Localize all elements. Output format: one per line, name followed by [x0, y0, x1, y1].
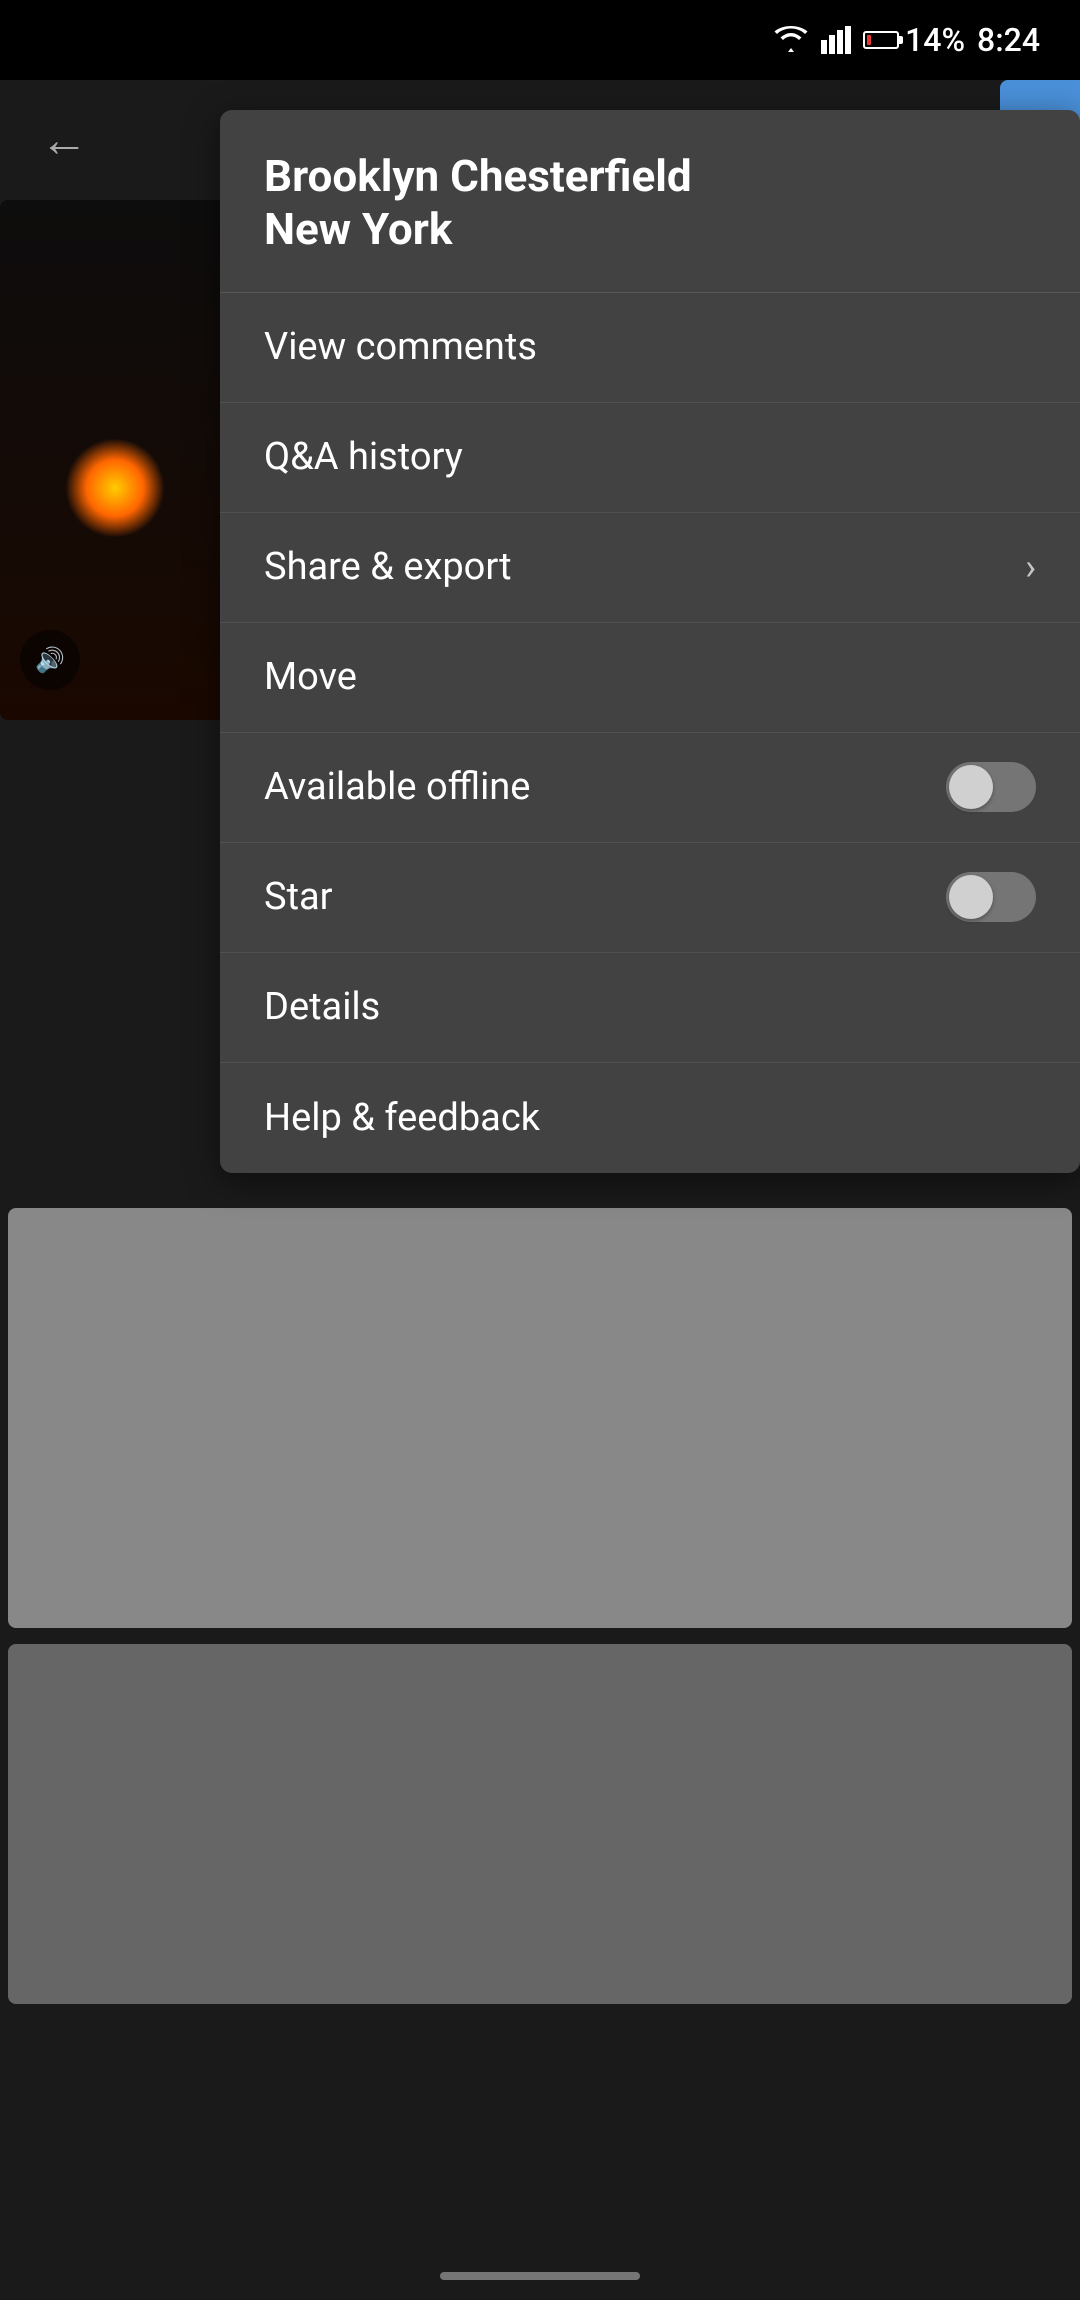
back-button[interactable]: ← — [40, 113, 88, 168]
details-label: Details — [264, 985, 380, 1029]
menu-item-available-offline[interactable]: Available offline — [220, 733, 1080, 843]
available-offline-toggle[interactable] — [946, 762, 1036, 812]
lantern-glow — [65, 438, 165, 538]
menu-item-share-export[interactable]: Share & export › — [220, 513, 1080, 623]
lower-tile-2 — [8, 1644, 1072, 2004]
lower-tile-1 — [8, 1208, 1072, 1628]
photo-cell: 🔊 — [0, 200, 230, 720]
available-offline-knob — [949, 765, 993, 809]
menu-item-help-feedback[interactable]: Help & feedback — [220, 1063, 1080, 1173]
qa-history-label: Q&A history — [264, 435, 463, 479]
star-knob — [949, 875, 993, 919]
signal-icon — [821, 26, 851, 54]
menu-item-qa-history[interactable]: Q&A history — [220, 403, 1080, 513]
speaker-icon: 🔊 — [35, 646, 65, 674]
battery-container: 14% — [863, 21, 965, 59]
menu-item-details[interactable]: Details — [220, 953, 1080, 1063]
lower-tiles — [0, 1200, 1080, 2220]
battery-text: 14% — [905, 21, 965, 59]
status-bar: 14% 8:24 — [0, 0, 1080, 80]
context-menu: Brooklyn ChesterfieldNew York View comme… — [220, 110, 1080, 1173]
battery-fill — [867, 35, 871, 45]
star-toggle[interactable] — [946, 872, 1036, 922]
menu-title-text: Brooklyn ChesterfieldNew York — [264, 150, 1036, 256]
share-export-label: Share & export — [264, 545, 512, 589]
status-icons: 14% 8:24 — [773, 21, 1040, 59]
speaker-button[interactable]: 🔊 — [20, 630, 80, 690]
home-indicator — [440, 2272, 640, 2280]
menu-title-section: Brooklyn ChesterfieldNew York — [220, 110, 1080, 293]
share-export-chevron: › — [1025, 546, 1036, 588]
menu-item-star[interactable]: Star — [220, 843, 1080, 953]
available-offline-label: Available offline — [264, 765, 530, 809]
menu-item-view-comments[interactable]: View comments — [220, 293, 1080, 403]
menu-item-move[interactable]: Move — [220, 623, 1080, 733]
view-comments-label: View comments — [264, 325, 537, 369]
wifi-icon — [773, 26, 809, 54]
star-label: Star — [264, 875, 333, 919]
move-label: Move — [264, 655, 357, 699]
battery-icon — [863, 31, 899, 49]
help-feedback-label: Help & feedback — [264, 1096, 540, 1140]
time-text: 8:24 — [977, 21, 1040, 59]
share-export-right: › — [1025, 546, 1036, 588]
